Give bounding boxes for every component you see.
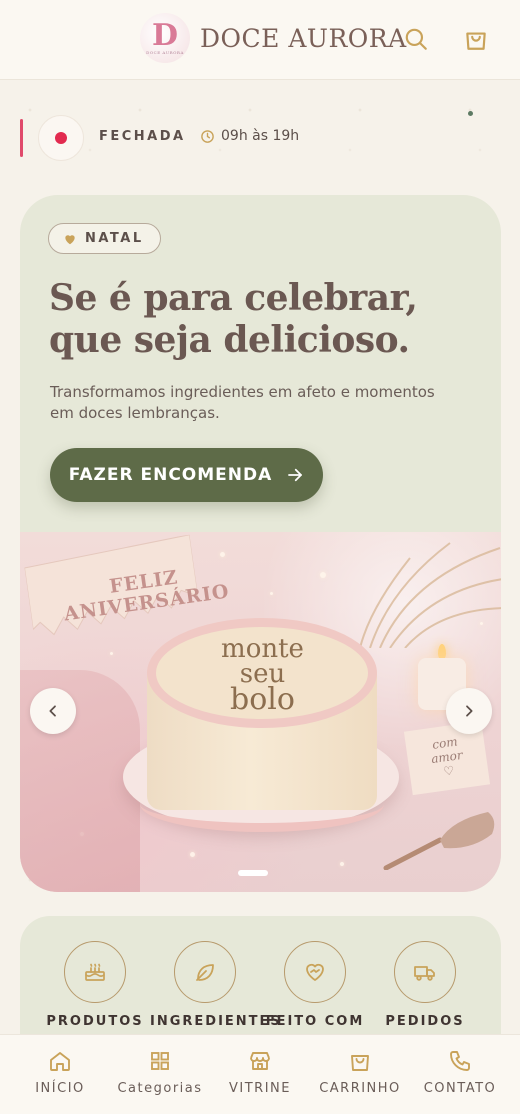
category-label: INGREDIENTES [150,1014,282,1029]
heart-icon [65,234,75,244]
pampas-grass [359,542,501,648]
nav-label: CARRINHO [319,1081,401,1096]
delivery-truck-icon [414,966,435,981]
nav-item-carrinho[interactable]: CARRINHO [310,1049,410,1096]
chevron-left-icon [49,705,56,717]
category-label: PRODUTOS [46,1014,144,1029]
nav-item-categorias[interactable]: Categorias [110,1049,210,1096]
category-feito-com[interactable]: FEITO COM [260,941,370,1029]
logo-small-text: DOCE AURORA [146,49,184,55]
hours-text: 09h às 19h [221,128,300,144]
storefront-icon [250,1052,270,1070]
category-label: FEITO COM [265,1014,365,1029]
search-icon[interactable] [403,26,429,52]
chevron-right-icon [466,705,473,717]
hero-card: NATAL Se é para celebrar, que seja delic… [20,195,501,892]
home-icon [50,1052,70,1071]
nav-item-inicio[interactable]: INÍCIO [10,1049,110,1096]
category-icon-circle [174,941,236,1003]
hero-carousel-image[interactable]: FELIZ ANIVERSÁRIO monte seu bolo com amo… [20,532,501,892]
hero-subtitle: Transformamos ingredientes em afeto e mo… [50,383,435,422]
handshake-heart-icon [306,963,324,981]
arrow-right-icon [288,468,303,482]
bottom-navigation: INÍCIO Categorias VITRINE CARRINHO CONTA… [0,1034,520,1114]
headline-line-2: que seja delicioso. [49,319,410,361]
grid-icon [151,1052,169,1070]
category-icon-circle [394,941,456,1003]
status-label: FECHADA [99,129,186,144]
order-button[interactable]: FAZER ENCOMENDA [50,448,323,502]
status-edge-marker [20,119,23,157]
opening-hours: 09h às 19h [200,128,299,144]
app-header: D DOCE AURORA DOCE AURORA [0,0,520,80]
logo[interactable]: D DOCE AURORA [140,13,190,63]
cake-frosting-bottom [140,776,384,832]
shopping-bag-icon [351,1055,369,1071]
nav-label: VITRINE [229,1081,291,1096]
status-dot [55,132,67,144]
category-produtos[interactable]: PRODUTOS [40,941,150,1029]
note-line-2: amor [430,747,464,767]
categories-section: PRODUTOS INGREDIENTES FEITO COM PEDIDOS [20,916,501,1046]
season-badge: NATAL [48,223,161,254]
badge-label: NATAL [85,231,144,246]
carousel-indicator[interactable] [238,870,268,876]
leaf-icon [196,964,214,981]
nav-item-contato[interactable]: CONTATO [410,1049,510,1096]
indicator-dot [468,111,473,116]
phone-icon [450,1051,470,1071]
category-icon-circle [284,941,346,1003]
status-indicator [38,115,84,161]
headline-line-1: Se é para celebrar, [49,277,418,319]
cake-server [383,812,495,870]
carousel-prev-button[interactable] [30,688,76,734]
cake-line-3: bolo [230,682,295,717]
brand-name[interactable]: DOCE AURORA [200,24,407,53]
clock-icon [201,129,214,143]
category-icon-circle [64,941,126,1003]
category-pedidos[interactable]: PEDIDOS [370,941,480,1029]
nav-label: CONTATO [423,1081,497,1096]
category-label: PEDIDOS [385,1014,465,1029]
nav-item-vitrine[interactable]: VITRINE [210,1049,310,1096]
order-button-label: FAZER ENCOMENDA [68,465,273,485]
cake-inscription: monte seu bolo [180,636,345,717]
nav-label: INÍCIO [35,1081,85,1096]
nav-label: Categorias [117,1081,203,1096]
logo-letter: D [151,17,178,53]
carousel-next-button[interactable] [446,688,492,734]
hero-headline: Se é para celebrar, que seja delicioso. [49,277,469,361]
shopping-bag-icon[interactable] [463,26,489,52]
cake-icon [85,963,105,981]
category-ingredientes[interactable]: INGREDIENTES [150,941,282,1029]
store-status-row: FECHADA 09h às 19h [20,111,500,161]
